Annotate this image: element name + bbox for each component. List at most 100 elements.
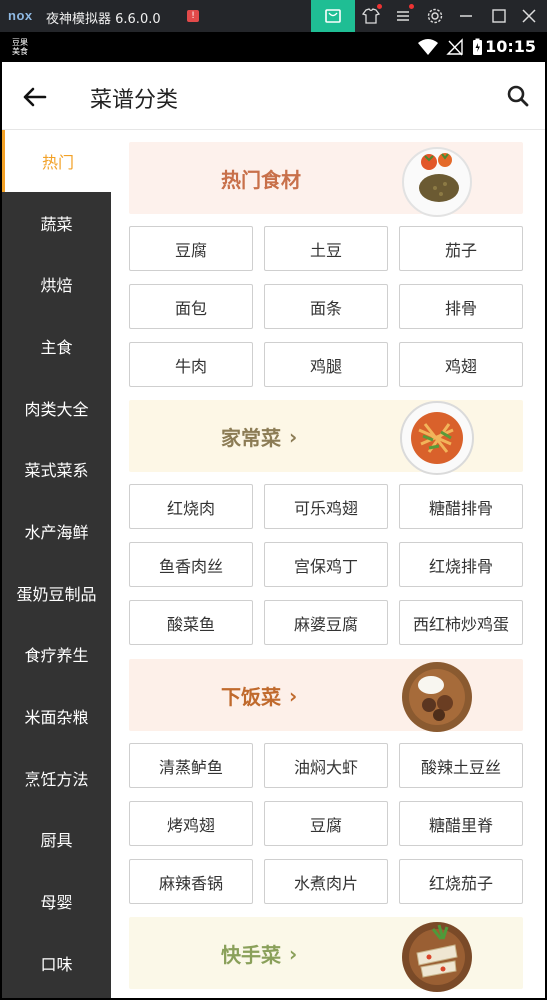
wifi-icon [418,39,438,55]
sidebar-item-label: 肉类大全 [24,399,89,419]
alert-badge-icon[interactable]: ! [187,10,199,22]
section-banner-quick-dishes[interactable]: 快手菜 › [129,917,523,992]
section-title: 快手菜 › [221,939,297,968]
tag-button[interactable]: 酸菜鱼 [129,600,253,645]
sidebar-item-meat[interactable]: 肉类大全 [2,377,111,439]
sidebar-item-flavor[interactable]: 口味 [2,932,111,994]
section-banner-home-cooking[interactable]: 家常菜 › [129,400,523,475]
sidebar-item-label: 主食 [40,337,73,357]
sidebar-item-seafood[interactable]: 水产海鲜 [2,500,111,562]
section-banner-rice-dishes[interactable]: 下饭菜 › [129,659,523,732]
tag-button[interactable]: 油焖大虾 [264,743,388,788]
sidebar-item-cooking-methods[interactable]: 烹饪方法 [2,747,111,809]
food-plate-icon [402,922,472,992]
tag-button[interactable]: 豆腐 [129,226,253,271]
tag-button[interactable]: 可乐鸡翅 [264,484,388,529]
tag-button[interactable]: 酸辣土豆丝 [399,743,523,788]
emulator-title: 夜神模拟器 6.6.0.0 [46,12,161,27]
sidebar-item-label: 蛋奶豆制品 [16,584,97,604]
tag-button[interactable]: 排骨 [399,284,523,329]
tag-button[interactable]: 红烧茄子 [399,859,523,904]
status-time: 10:15 [485,37,536,56]
sidebar-item-cuisines[interactable]: 菜式菜系 [2,438,111,500]
tag-button[interactable]: 糖醋排骨 [399,484,523,529]
tag-button[interactable]: 红烧肉 [129,484,253,529]
sidebar-item-kitchenware[interactable]: 厨具 [2,809,111,871]
notification-dot-icon [377,4,382,9]
tag-button[interactable]: 豆腐 [264,801,388,846]
section-title: 家常菜 › [221,422,297,451]
app-screen: 菜谱分类 热门 蔬菜 烘焙 主食 肉类大全 菜式菜系 水产海鲜 蛋奶豆制品 食疗… [2,62,545,998]
emulator-logo: nox [8,8,33,23]
tag-button[interactable]: 红烧排骨 [399,542,523,587]
status-app-label: 豆果 美食 [12,38,28,56]
sidebar-item-label: 水产海鲜 [24,522,89,542]
sidebar-item-staples[interactable]: 主食 [2,315,111,377]
gear-icon[interactable] [424,6,446,26]
sidebar-item-label: 口味 [40,954,73,974]
notification-dot-icon [409,4,414,9]
sidebar-item-vegetables[interactable]: 蔬菜 [2,192,111,254]
section-title: 下饭菜 › [221,681,297,710]
back-button[interactable] [20,82,50,112]
tag-button[interactable]: 鸡翅 [399,342,523,387]
tag-button[interactable]: 面包 [129,284,253,329]
section-title-text: 下饭菜 [221,685,281,709]
food-plate-icon [402,147,472,217]
menu-icon[interactable] [392,6,414,26]
sidebar-item-label: 母婴 [40,893,73,913]
sidebar-item-label: 菜式菜系 [24,461,89,481]
sidebar-item-egg-dairy-soy[interactable]: 蛋奶豆制品 [2,562,111,624]
app-header: 菜谱分类 [2,62,545,130]
section-title-text: 热门食材 [221,168,301,192]
close-icon[interactable] [518,6,540,26]
shopping-bag-icon [325,9,341,23]
tag-button[interactable]: 糖醋里脊 [399,801,523,846]
tag-button[interactable]: 土豆 [264,226,388,271]
chevron-right-icon: › [289,683,298,708]
tag-button[interactable]: 清蒸鲈鱼 [129,743,253,788]
sidebar-item-hot[interactable]: 热门 [2,130,111,192]
tag-button[interactable]: 麻婆豆腐 [264,600,388,645]
tag-button[interactable]: 面条 [264,284,388,329]
sidebar-item-baking[interactable]: 烘焙 [2,253,111,315]
sidebar-item-label: 烹饪方法 [24,769,89,789]
emulator-title-bar: nox 夜神模拟器 6.6.0.0 ! [0,0,547,32]
food-plate-icon [400,401,474,475]
search-icon [507,85,529,107]
tag-button[interactable]: 鱼香肉丝 [129,542,253,587]
tag-button[interactable]: 宫保鸡丁 [264,542,388,587]
status-app-label-line2: 美食 [12,47,28,56]
sidebar-item-grains[interactable]: 米面杂粮 [2,685,111,747]
sidebar-item-label: 蔬菜 [40,214,73,234]
sidebar-item-label: 烘焙 [40,276,73,296]
sidebar-item-label: 热门 [41,152,74,172]
tag-button[interactable]: 麻辣香锅 [129,859,253,904]
page-title: 菜谱分类 [90,88,179,113]
tag-button[interactable]: 水煮肉片 [264,859,388,904]
status-bar: 豆果 美食 10:15 [0,32,547,62]
food-plate-icon [402,662,472,732]
section-banner-hot-ingredients[interactable]: 热门食材 [129,142,523,217]
chevron-right-icon: › [289,941,298,966]
sidebar-item-health[interactable]: 食疗养生 [2,624,111,686]
tag-button[interactable]: 茄子 [399,226,523,271]
maximize-icon[interactable] [488,6,510,26]
tag-button[interactable]: 鸡腿 [264,342,388,387]
back-arrow-icon [23,87,47,107]
tag-button[interactable]: 牛肉 [129,342,253,387]
section-title: 热门食材 [221,164,301,193]
shopping-bag-button[interactable] [311,0,355,32]
tag-button[interactable]: 烤鸡翅 [129,801,253,846]
sidebar-item-baby[interactable]: 母婴 [2,870,111,932]
tag-button[interactable]: 西红柿炒鸡蛋 [399,600,523,645]
chevron-right-icon: › [289,424,298,449]
status-app-label-line1: 豆果 [12,38,28,47]
section-title-text: 家常菜 [221,426,281,450]
category-sidebar: 热门 蔬菜 烘焙 主食 肉类大全 菜式菜系 水产海鲜 蛋奶豆制品 食疗养生 米面… [2,130,111,998]
sidebar-item-label: 厨具 [40,831,73,851]
minimize-icon[interactable] [455,6,477,26]
search-button[interactable] [505,83,531,109]
shirt-icon[interactable] [360,6,382,26]
sidebar-item-label: 米面杂粮 [24,708,89,728]
